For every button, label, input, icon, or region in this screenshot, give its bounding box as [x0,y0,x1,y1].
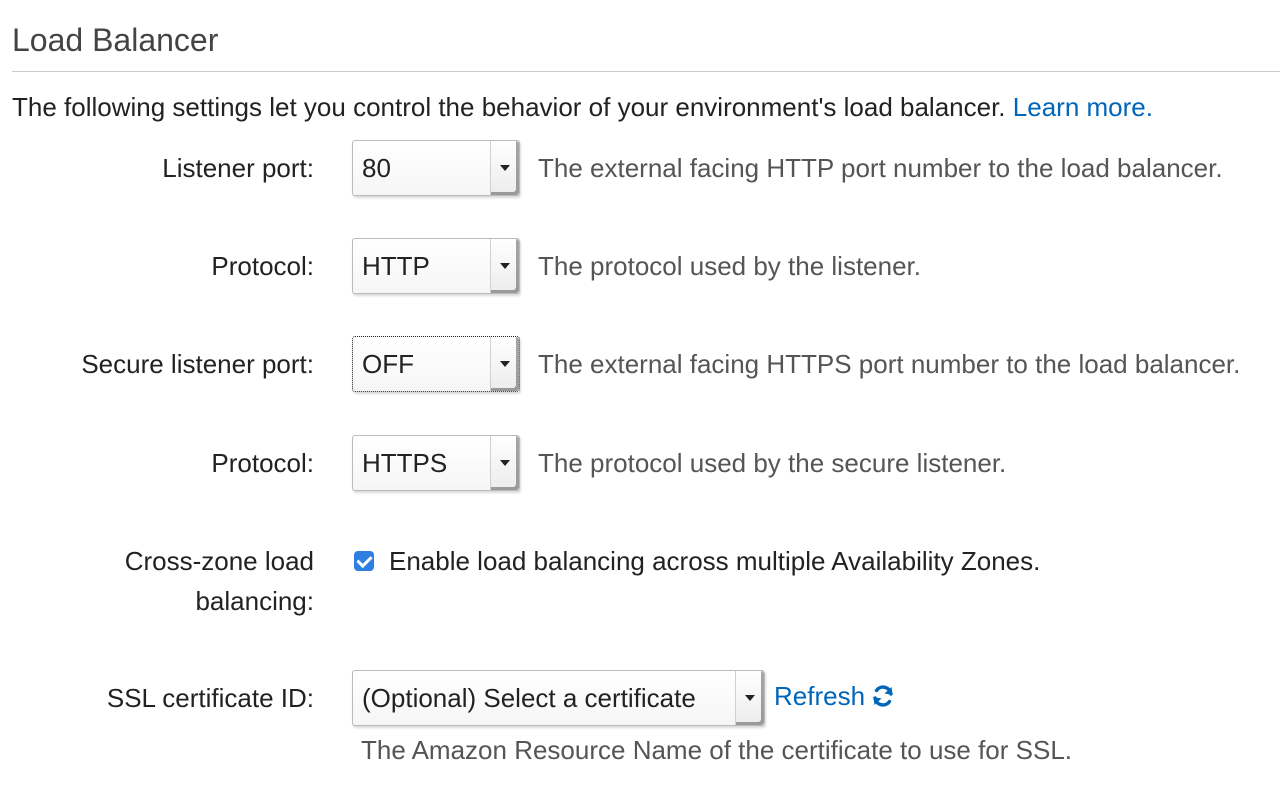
chevron-down-icon[interactable] [490,239,519,293]
refresh-label: Refresh [774,681,866,711]
listener-port-label: Listener port: [162,153,314,183]
chevron-down-icon[interactable] [490,436,519,490]
cross-zone-checkbox-label[interactable]: Enable load balancing across multiple Av… [389,541,1040,581]
learn-more-link[interactable]: Learn more. [1013,92,1153,122]
protocol-select[interactable]: HTTP [352,238,520,294]
chevron-down-icon[interactable] [735,671,764,725]
listener-port-help: The external facing HTTP port number to … [538,153,1223,183]
protocol-value: HTTP [362,251,430,281]
secure-listener-port-help: The external facing HTTPS port number to… [538,349,1241,379]
ssl-certificate-label: SSL certificate ID: [106,683,314,713]
intro-description: The following settings let you control t… [12,92,1006,122]
title-divider [12,71,1280,72]
listener-port-select[interactable]: 80 [352,140,520,196]
secure-listener-port-label: Secure listener port: [81,349,314,379]
listener-port-value: 80 [362,153,391,183]
protocol-help: The protocol used by the listener. [538,251,922,281]
secure-listener-port-select[interactable]: OFF [352,336,520,392]
secure-listener-port-value: OFF [362,349,414,379]
intro-text: The following settings let you control t… [12,92,1153,123]
secure-protocol-help: The protocol used by the secure listener… [538,448,1007,478]
protocol-label: Protocol: [211,251,314,281]
refresh-link[interactable]: Refresh [774,676,895,716]
chevron-down-icon[interactable] [490,337,519,391]
ssl-certificate-placeholder: (Optional) Select a certificate [362,683,696,713]
cross-zone-label: Cross-zone load balancing: [124,546,314,616]
ssl-certificate-select[interactable]: (Optional) Select a certificate [352,670,765,726]
section-title: Load Balancer [12,22,219,58]
secure-protocol-select[interactable]: HTTPS [352,435,520,491]
ssl-certificate-help: The Amazon Resource Name of the certific… [361,735,1073,765]
secure-protocol-label: Protocol: [211,448,314,478]
refresh-icon [873,685,893,707]
chevron-down-icon[interactable] [490,141,519,195]
secure-protocol-value: HTTPS [362,448,448,478]
cross-zone-checkbox[interactable] [354,551,374,571]
